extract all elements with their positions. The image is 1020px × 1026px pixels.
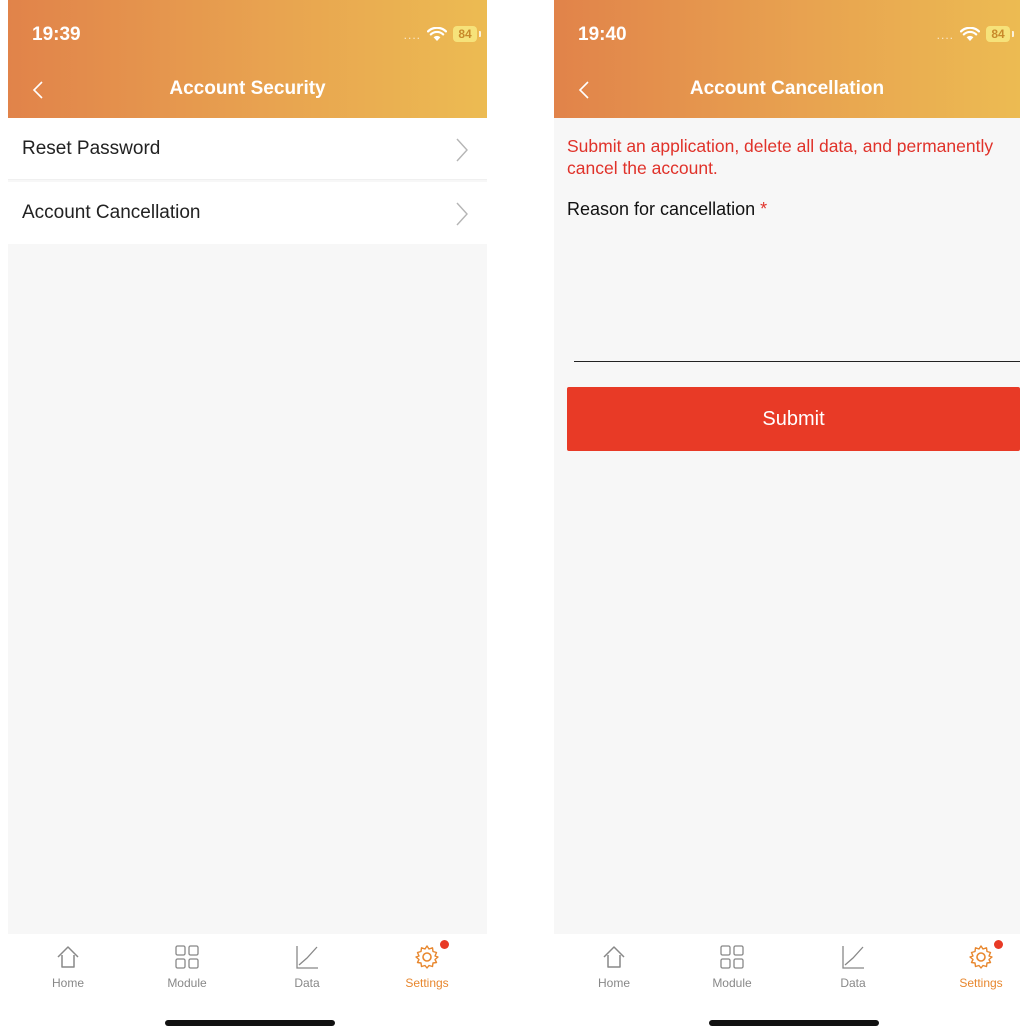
page-title: Account Security <box>169 78 326 99</box>
reason-label: Reason for cancellation * <box>567 199 767 220</box>
battery-icon: 84 <box>986 26 1014 42</box>
wifi-icon <box>427 26 447 41</box>
gear-icon <box>415 945 439 969</box>
chevron-right-icon <box>456 138 468 162</box>
tab-data[interactable]: Data <box>267 944 347 1000</box>
status-time: 19:40 <box>578 24 627 45</box>
page-title: Account Cancellation <box>689 78 885 99</box>
wifi-icon <box>960 26 980 41</box>
screenshot-canvas: 19:39 .... 84 Account Security Reset Pas… <box>0 0 1020 1026</box>
home-icon <box>603 946 625 968</box>
grid-icon <box>720 945 744 969</box>
cancellation-warning: Submit an application, delete all data, … <box>567 136 994 178</box>
tab-label: Data <box>294 976 320 990</box>
tab-label: Module <box>167 976 207 990</box>
battery-icon: 84 <box>453 26 481 42</box>
tab-bar: Home Module Data Settings <box>8 934 487 1026</box>
account-cancellation-screen: 19:40 .... 84 Account Cancellation Submi… <box>554 0 1020 1026</box>
tab-data[interactable]: Data <box>813 944 893 1000</box>
tab-label: Home <box>51 976 84 990</box>
tab-label: Settings <box>405 976 449 990</box>
reason-input[interactable] <box>574 236 1020 362</box>
menu-item-reset-password[interactable]: Reset Password <box>8 118 487 180</box>
tab-home[interactable]: Home <box>28 944 108 1000</box>
reason-label-text: Reason for cancellation <box>567 199 756 219</box>
tab-module[interactable]: Module <box>692 944 772 1000</box>
signal-icon: .... <box>936 28 954 42</box>
tab-label: Settings <box>959 976 1003 990</box>
grid-icon <box>175 945 199 969</box>
tab-home[interactable]: Home <box>574 944 654 1000</box>
submit-button[interactable]: Submit <box>567 387 1020 451</box>
status-time: 19:39 <box>32 24 81 45</box>
menu-item-label: Account Cancellation <box>22 202 201 223</box>
home-indicator <box>709 1020 879 1026</box>
notification-badge <box>994 940 1003 949</box>
menu-item-account-cancellation[interactable]: Account Cancellation <box>8 182 487 244</box>
chart-icon <box>842 946 864 969</box>
header: 19:40 .... 84 Account Cancellation <box>554 0 1020 118</box>
tab-label: Home <box>597 976 630 990</box>
tab-label: Module <box>712 976 752 990</box>
home-indicator <box>165 1020 335 1026</box>
tab-bar: Home Module Data Settings <box>554 934 1020 1026</box>
tab-module[interactable]: Module <box>147 944 227 1000</box>
account-security-screen: 19:39 .... 84 Account Security Reset Pas… <box>8 0 487 1026</box>
tab-settings[interactable]: Settings <box>941 940 1020 1000</box>
header: 19:39 .... 84 Account Security <box>8 0 487 118</box>
home-icon <box>57 946 79 968</box>
chart-icon <box>296 946 318 969</box>
status-indicators: .... 84 <box>936 24 1014 44</box>
menu-item-label: Reset Password <box>22 137 161 159</box>
tab-label: Data <box>840 976 866 990</box>
chevron-right-icon <box>456 202 468 226</box>
tab-settings[interactable]: Settings <box>387 940 467 1000</box>
required-marker: * <box>760 199 768 219</box>
signal-icon: .... <box>403 28 421 42</box>
status-indicators: .... 84 <box>403 24 481 44</box>
notification-badge <box>440 940 449 949</box>
gear-icon <box>969 945 993 969</box>
